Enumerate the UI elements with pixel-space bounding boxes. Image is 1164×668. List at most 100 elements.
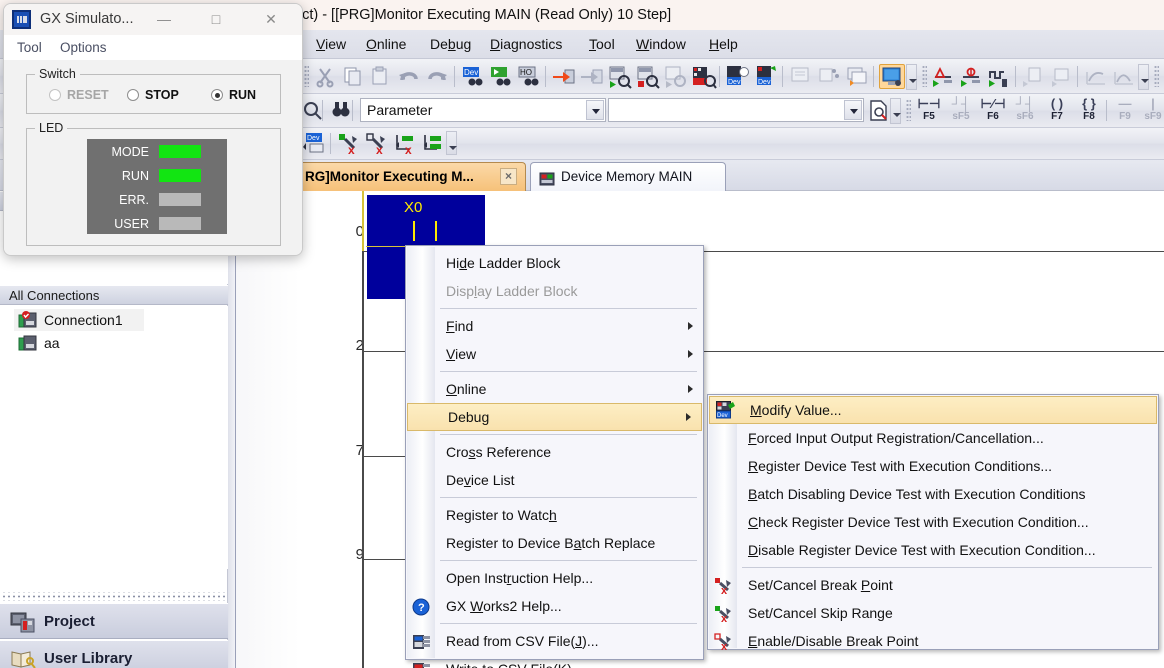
device-test-button[interactable]: Dev xyxy=(302,131,328,156)
waveform-start-button[interactable] xyxy=(1083,64,1109,89)
menu-item-device-list[interactable]: Device List xyxy=(406,466,703,494)
ladder-context-menu[interactable]: Hide Ladder Block Display Ladder Block F… xyxy=(405,245,704,660)
menu-item-view[interactable]: View xyxy=(406,340,703,368)
menu-item-debug[interactable]: Debug xyxy=(407,403,702,431)
statement-button[interactable] xyxy=(816,64,842,89)
menu-item-read-from-csv-file[interactable]: Read from CSV File(J)... xyxy=(406,627,703,655)
fkey-f9[interactable]: — F9 xyxy=(1110,97,1140,125)
menu-item-find[interactable]: Find xyxy=(406,312,703,340)
menu-online[interactable]: Online xyxy=(362,30,410,59)
menu-item-hide-ladder-block[interactable]: Hide Ladder Block xyxy=(406,249,703,277)
search-document-button[interactable] xyxy=(866,98,892,123)
note-button[interactable] xyxy=(844,64,870,89)
tab-monitor-executing-main[interactable]: RG]Monitor Executing M... × xyxy=(294,162,526,191)
fkey-f5[interactable]: ⊢⊣ F5 xyxy=(914,97,944,125)
nav-item-connection1-all[interactable]: Connection1 xyxy=(14,309,144,331)
menu-item-gx-works2-help[interactable]: ? GX Works2 Help... xyxy=(406,592,703,620)
nav-button-project[interactable]: Project xyxy=(0,603,228,639)
write-to-plc-button[interactable] xyxy=(551,64,577,89)
submenu-item-set-cancel-break-point[interactable]: x Set/Cancel Break Point xyxy=(708,571,1158,599)
debug-submenu[interactable]: Dev Modify Value... Forced Input Output … xyxy=(707,394,1159,650)
chevron-down-icon[interactable] xyxy=(844,100,862,120)
menu-item-open-instruction-help[interactable]: Open Instruction Help... xyxy=(406,564,703,592)
fkey-f8[interactable]: { } F8 xyxy=(1074,97,1104,125)
selected-contact-cell[interactable] xyxy=(367,195,485,247)
toolbar-overflow-4[interactable] xyxy=(446,131,457,155)
gx-simulator-dialog[interactable]: GX Simulato... — □ ✕ Tool Options Switch… xyxy=(3,3,303,256)
nav-button-user-library[interactable]: User Library xyxy=(0,640,228,668)
set-cancel-break-point-button[interactable]: x xyxy=(336,131,362,156)
menu-item-online[interactable]: Online xyxy=(406,375,703,403)
comment-button[interactable] xyxy=(788,64,814,89)
menu-tool[interactable]: Tool xyxy=(585,30,619,59)
simulator-menu-tool[interactable]: Tool xyxy=(17,35,42,60)
trace-setting-button[interactable] xyxy=(1049,64,1075,89)
tab-device-memory-main[interactable]: Device Memory MAIN xyxy=(530,162,726,191)
batch-monitor-break-point-button[interactable] xyxy=(420,131,446,156)
step-execution-button[interactable] xyxy=(930,64,956,89)
cut-button[interactable] xyxy=(312,64,338,89)
submenu-item-enable-disable-break-point[interactable]: x Enable/Disable Break Point xyxy=(708,627,1158,655)
submenu-item-register-device-test[interactable]: Register Device Test with Execution Cond… xyxy=(708,452,1158,480)
menu-view[interactable]: View xyxy=(312,30,350,59)
toolbar-grip[interactable] xyxy=(906,99,911,121)
toolbar-grip[interactable] xyxy=(304,65,309,87)
nav-scrollbar[interactable] xyxy=(227,191,235,668)
submenu-item-set-cancel-skip-range[interactable]: x Set/Cancel Skip Range xyxy=(708,599,1158,627)
submenu-item-modify-value[interactable]: Dev Modify Value... xyxy=(709,396,1157,424)
waveform-stop-button[interactable] xyxy=(1111,64,1137,89)
nav-item-aa[interactable]: aa xyxy=(14,332,144,354)
instruction-find-button[interactable] xyxy=(488,64,514,89)
monitor-mode-toggle[interactable] xyxy=(879,64,905,89)
toolbar-overflow-2[interactable] xyxy=(1138,64,1149,90)
device-batch-monitor-button[interactable]: Dev xyxy=(725,64,751,89)
simulator-menu-options[interactable]: Options xyxy=(60,35,107,60)
batch-disable-break-point-button[interactable]: x xyxy=(392,131,418,156)
skip-execution-button[interactable] xyxy=(986,64,1012,89)
paste-button[interactable] xyxy=(368,64,394,89)
secondary-combo[interactable] xyxy=(608,98,864,122)
menu-item-register-to-device-batch-replace[interactable]: Register to Device Batch Replace xyxy=(406,529,703,557)
fkey-f7[interactable]: ( ) F7 xyxy=(1042,97,1072,125)
menu-window[interactable]: Window xyxy=(632,30,690,59)
toolbar-overflow-3[interactable] xyxy=(890,98,901,124)
menu-item-write-to-csv-file[interactable]: Write to CSV File(K)... xyxy=(406,655,703,668)
close-icon[interactable]: × xyxy=(500,168,517,185)
submenu-item-check-register-device-test[interactable]: Check Register Device Test with Executio… xyxy=(708,508,1158,536)
entry-data-monitor-button[interactable]: Dev xyxy=(753,64,779,89)
menu-diagnostics[interactable]: Diagnostics xyxy=(486,30,566,59)
sampling-trace-button[interactable] xyxy=(1021,64,1047,89)
chevron-down-icon[interactable] xyxy=(586,100,604,120)
contact-coil-find-button[interactable]: HO xyxy=(516,64,542,89)
submenu-item-disable-register-device-test[interactable]: Disable Register Device Test with Execut… xyxy=(708,536,1158,564)
read-from-plc-button[interactable] xyxy=(579,64,605,89)
submenu-item-forced-input-output-registration[interactable]: Forced Input Output Registration/Cancell… xyxy=(708,424,1158,452)
fkey-cf9[interactable]: ✕ cF9 xyxy=(1160,97,1164,125)
maximize-button[interactable]: □ xyxy=(194,4,238,35)
undo-button[interactable] xyxy=(396,64,422,89)
monitor-resume-button[interactable] xyxy=(663,64,689,89)
menu-item-register-to-watch[interactable]: Register to Watch xyxy=(406,501,703,529)
fkey-f6[interactable]: ⊢∕⊣ F6 xyxy=(978,97,1008,125)
break-execution-button[interactable] xyxy=(958,64,984,89)
submenu-item-batch-disabling-device-test[interactable]: Batch Disabling Device Test with Executi… xyxy=(708,480,1158,508)
redo-button[interactable] xyxy=(424,64,450,89)
toolbar-overflow-1[interactable] xyxy=(906,64,917,90)
toolbar-grip[interactable] xyxy=(922,65,927,87)
toolbar-grip[interactable] xyxy=(1154,65,1159,87)
parameter-combo[interactable]: Parameter xyxy=(360,98,606,122)
device-find-button[interactable]: Dev xyxy=(460,64,486,89)
menu-help[interactable]: Help xyxy=(705,30,742,59)
device-monitor-button[interactable] xyxy=(691,64,717,89)
minimize-button[interactable]: — xyxy=(142,4,186,35)
copy-button[interactable] xyxy=(340,64,366,89)
monitor-start-button[interactable] xyxy=(607,64,633,89)
menu-debug[interactable]: Debug xyxy=(426,30,475,59)
enable-disable-break-point-button[interactable]: x xyxy=(364,131,390,156)
monitor-stop-button[interactable] xyxy=(635,64,661,89)
fkey-sf5[interactable]: ┘┤ sF5 xyxy=(946,97,976,125)
simulator-titlebar[interactable]: GX Simulato... — □ ✕ xyxy=(4,4,303,35)
close-button[interactable]: ✕ xyxy=(249,4,293,35)
nav-splitter-grip[interactable] xyxy=(0,592,228,601)
find-device-button[interactable] xyxy=(328,98,354,123)
